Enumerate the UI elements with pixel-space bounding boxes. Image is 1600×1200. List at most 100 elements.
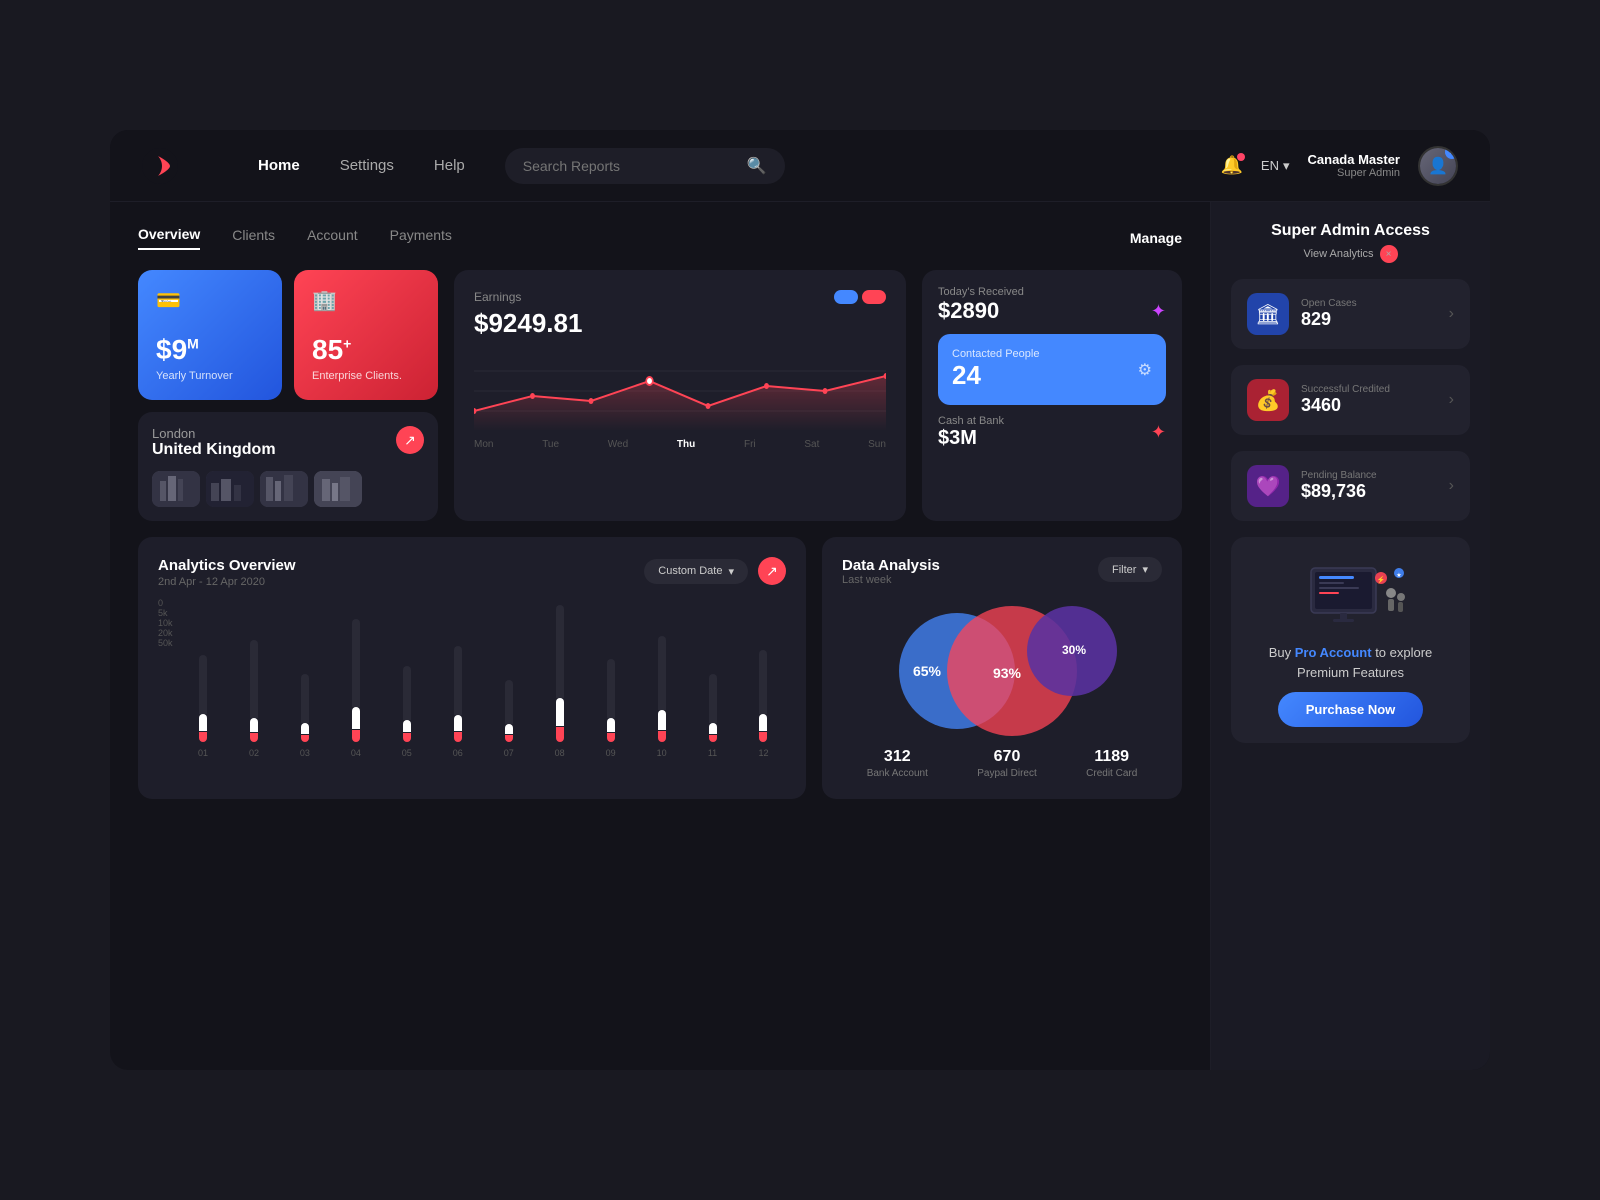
stat-cards-pair: 💳 $9M Yearly Turnover 🏢: [138, 270, 438, 400]
chart-days: Mon Tue Wed Thu Fri Sat Sun: [474, 439, 886, 450]
open-cases-card[interactable]: 🏛 Open Cases 829 ›: [1231, 279, 1470, 349]
bar-white: [658, 710, 666, 730]
analytics-date: 2nd Apr - 12 Apr 2020: [158, 576, 296, 588]
avatar[interactable]: 👤 ✓: [1418, 146, 1458, 186]
user-name: Canada Master: [1308, 152, 1400, 167]
settings-icon[interactable]: ⚙: [1138, 360, 1152, 380]
svg-text:★: ★: [1396, 572, 1401, 579]
bar-label: 07: [504, 748, 514, 758]
nav-right: 🔔 EN ▾ Canada Master Super Admin 👤 ✓: [1221, 146, 1459, 186]
pro-account-card: ⚡ ★ Buy Pro Account to explore Premium F…: [1231, 537, 1470, 743]
tab-overview[interactable]: Overview: [138, 226, 200, 250]
money-icon: 💰: [1247, 379, 1289, 421]
bar-dark: [199, 655, 207, 714]
purchase-now-button[interactable]: Purchase Now: [1278, 692, 1424, 727]
bar-group: 01: [181, 602, 226, 758]
search-input[interactable]: [523, 158, 737, 174]
building-icon: 🏢: [312, 288, 420, 313]
top-navigation: Home Settings Help 🔍 🔔 EN ▾ Canada Maste…: [110, 130, 1490, 202]
enterprise-value: 85+: [312, 334, 420, 366]
location-country: United Kingdom: [152, 441, 276, 459]
analytics-title: Analytics Overview: [158, 557, 296, 574]
location-image-4: [314, 471, 362, 507]
location-card: London United Kingdom ↗: [138, 412, 438, 521]
cash-value: $3M: [938, 427, 1004, 450]
manage-button[interactable]: Manage: [1130, 230, 1182, 246]
credit-card-stat: 1189 Credit Card: [1086, 748, 1137, 779]
bar-red: [250, 733, 258, 742]
venn-diagram: 65% 93% 30%: [842, 596, 1162, 736]
bar-red: [454, 732, 462, 742]
view-analytics-button[interactable]: View Analytics ×: [1303, 245, 1397, 263]
earnings-label: Earnings: [474, 290, 521, 304]
bar-label: 11: [708, 748, 717, 758]
user-info: Canada Master Super Admin: [1308, 152, 1400, 179]
nav-home[interactable]: Home: [258, 157, 300, 174]
bar-label: 08: [555, 748, 565, 758]
balance-icon: 💜: [1247, 465, 1289, 507]
earnings-value: $9249.81: [474, 308, 886, 339]
bar-label: 04: [351, 748, 361, 758]
pro-illustration: ⚡ ★: [1291, 553, 1411, 633]
bar-group: 04: [333, 602, 378, 758]
bar-dark: [556, 605, 564, 698]
bar-dark: [658, 636, 666, 710]
analytics-expand-icon[interactable]: ↗: [758, 557, 786, 585]
bar-white: [301, 723, 309, 734]
main-area: Overview Clients Account Payments Manage…: [110, 202, 1490, 1070]
location-image-1: [152, 471, 200, 507]
bar-white: [607, 718, 615, 732]
chart-toggle[interactable]: [834, 290, 886, 304]
data-subtitle: Last week: [842, 574, 940, 586]
toggle-on[interactable]: [834, 290, 858, 304]
contacted-value: 24: [952, 360, 1039, 391]
bar-red: [556, 727, 564, 742]
bar-white: [352, 707, 360, 729]
chevron-right-icon: ›: [1449, 391, 1454, 409]
y-label-20k: 20k: [158, 628, 173, 638]
wallet-icon: 💳: [156, 288, 264, 313]
pending-label: Pending Balance: [1301, 470, 1437, 481]
bar-dark: [403, 666, 411, 720]
filter-button[interactable]: Filter ▾: [1098, 557, 1162, 582]
analytics-overview-card: Analytics Overview 2nd Apr - 12 Apr 2020…: [138, 537, 806, 799]
data-title: Data Analysis: [842, 557, 940, 574]
bar-group: 09: [588, 602, 633, 758]
day-wed: Wed: [608, 439, 628, 450]
toggle-off[interactable]: [862, 290, 886, 304]
nav-settings[interactable]: Settings: [340, 157, 394, 174]
language-selector[interactable]: EN ▾: [1261, 158, 1290, 174]
y-label-10k: 10k: [158, 618, 173, 628]
tab-clients[interactable]: Clients: [232, 227, 275, 249]
yearly-value: $9M: [156, 334, 264, 366]
cash-label: Cash at Bank: [938, 415, 1004, 427]
svg-text:⚡: ⚡: [1376, 575, 1385, 584]
app-logo[interactable]: [142, 148, 178, 184]
search-bar[interactable]: 🔍: [505, 148, 785, 184]
yearly-label: Yearly Turnover: [156, 370, 264, 382]
bar-white: [250, 718, 258, 732]
pending-balance-card[interactable]: 💜 Pending Balance $89,736 ›: [1231, 451, 1470, 521]
bar-label: 12: [758, 748, 768, 758]
bar-white: [556, 698, 564, 726]
location-arrow-icon[interactable]: ↗: [396, 426, 424, 454]
bar-group: 07: [486, 602, 531, 758]
bar-group: 02: [231, 602, 276, 758]
day-sun: Sun: [868, 439, 886, 450]
notifications-bell[interactable]: 🔔: [1221, 155, 1243, 176]
bar-outer: [486, 602, 531, 742]
tab-account[interactable]: Account: [307, 227, 358, 249]
successful-credited-card[interactable]: 💰 Successful Credited 3460 ›: [1231, 365, 1470, 435]
data-analysis-card: Data Analysis Last week Filter ▾: [822, 537, 1182, 799]
cash-add-icon[interactable]: ✦: [1151, 422, 1166, 443]
chevron-right-icon: ›: [1449, 477, 1454, 495]
custom-date-button[interactable]: Custom Date ▾: [644, 559, 748, 584]
nav-help[interactable]: Help: [434, 157, 465, 174]
enterprise-label: Enterprise Clients.: [312, 370, 420, 382]
received-plus-icon: ✦: [1151, 301, 1166, 322]
bar-outer: [384, 602, 429, 742]
earnings-line-chart: [474, 351, 886, 431]
tab-payments[interactable]: Payments: [390, 227, 452, 249]
credit-card-label: Credit Card: [1086, 768, 1137, 779]
bar-red: [759, 732, 767, 742]
